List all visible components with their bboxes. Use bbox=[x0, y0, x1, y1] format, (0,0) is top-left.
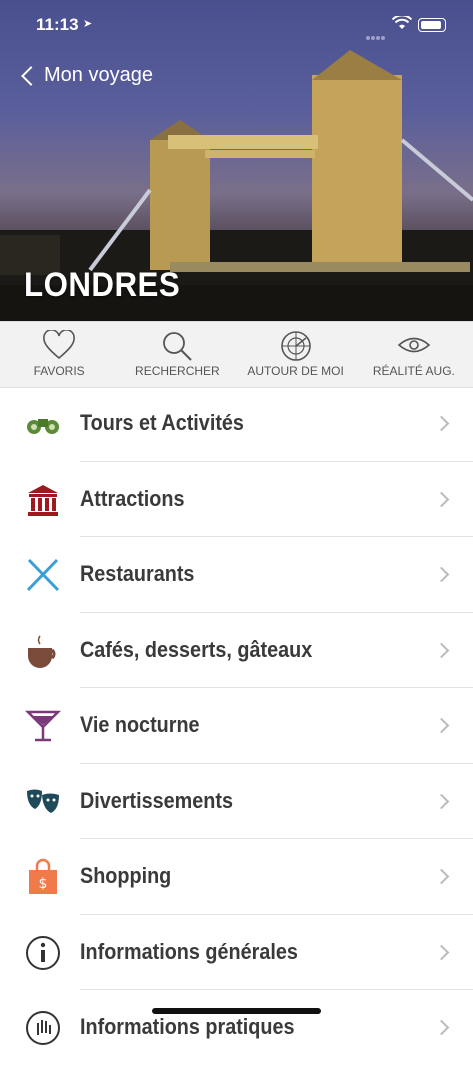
chevron-right-icon bbox=[433, 717, 450, 734]
back-label: Mon voyage bbox=[44, 64, 153, 86]
tab-favorites-label: FAVORIS bbox=[33, 364, 85, 378]
list-item-label: Attractions bbox=[80, 485, 185, 511]
search-icon bbox=[163, 332, 193, 361]
shopping-bag-icon: $ bbox=[29, 858, 57, 894]
list-item-attractions[interactable]: Attractions bbox=[0, 462, 473, 537]
chevron-right-icon bbox=[433, 793, 450, 809]
tab-around-me-label: AUTOUR DE MOI bbox=[247, 364, 344, 378]
list-item-tours[interactable]: Tours et Activités bbox=[0, 386, 473, 462]
wifi-icon bbox=[392, 16, 412, 29]
city-title: LONDRES bbox=[24, 266, 181, 304]
list-item-label: Cafés, desserts, gâteaux bbox=[80, 636, 313, 662]
battery-icon bbox=[418, 18, 446, 32]
chevron-right-icon bbox=[433, 944, 450, 960]
location-arrow-icon: ➤ bbox=[83, 18, 93, 30]
cocktail-glass-icon bbox=[24, 710, 62, 742]
chevron-right-icon bbox=[433, 415, 450, 432]
chevron-right-icon bbox=[433, 642, 450, 658]
list-item-general-info[interactable]: Informations générales bbox=[0, 915, 473, 990]
quick-actions-toolbar: FAVORIS RECHERCHER AUTOUR DE MOI RÉALITÉ… bbox=[0, 321, 473, 388]
cutlery-icon bbox=[26, 558, 60, 592]
cellular-signal-icon bbox=[366, 27, 386, 45]
chevron-left-icon bbox=[21, 65, 41, 86]
city-hero-image: 11:13 ➤ Mon voyage LONDRES bbox=[0, 0, 473, 321]
chevron-right-icon bbox=[433, 566, 450, 583]
list-item-nightlife[interactable]: Vie nocturne bbox=[0, 688, 473, 764]
list-item-label: Shopping bbox=[80, 863, 172, 888]
chevron-right-icon bbox=[433, 1019, 450, 1036]
category-list: Tours et Activités Attractions Restauran… bbox=[0, 386, 473, 1066]
info-icon bbox=[26, 935, 60, 970]
status-time: 11:13 bbox=[36, 15, 79, 34]
list-item-label: Restaurants bbox=[80, 561, 195, 586]
eye-icon bbox=[397, 337, 431, 353]
status-bar: 11:13 ➤ bbox=[0, 0, 473, 50]
list-item-shopping[interactable]: $ Shopping bbox=[0, 839, 473, 915]
list-item-restaurants[interactable]: Restaurants bbox=[0, 537, 473, 613]
theater-masks-icon bbox=[27, 789, 59, 813]
home-indicator[interactable] bbox=[152, 1008, 321, 1014]
svg-text:$: $ bbox=[39, 876, 48, 892]
list-item-label: Informations pratiques bbox=[80, 1014, 295, 1039]
back-button[interactable]: Mon voyage bbox=[20, 64, 153, 87]
list-item-label: Tours et Activités bbox=[80, 410, 244, 435]
coffee-cup-icon bbox=[28, 635, 56, 668]
chevron-right-icon bbox=[433, 491, 450, 507]
tab-augmented-reality-label: RÉALITÉ AUG. bbox=[372, 364, 455, 378]
list-item-label: Informations générales bbox=[80, 938, 298, 964]
hand-icon bbox=[26, 1011, 60, 1045]
museum-icon bbox=[28, 484, 58, 516]
tab-search[interactable]: RECHERCHER bbox=[118, 322, 236, 387]
tab-augmented-reality[interactable]: RÉALITÉ AUG. bbox=[355, 322, 473, 387]
list-item-entertainment[interactable]: Divertissements bbox=[0, 764, 473, 839]
tab-around-me[interactable]: AUTOUR DE MOI bbox=[237, 322, 355, 387]
list-item-cafes[interactable]: Cafés, desserts, gâteaux bbox=[0, 613, 473, 688]
chevron-right-icon bbox=[433, 868, 450, 885]
tab-favorites[interactable]: FAVORIS bbox=[0, 322, 118, 387]
radar-icon bbox=[280, 331, 311, 361]
heart-icon bbox=[43, 330, 76, 360]
tab-search-label: RECHERCHER bbox=[135, 364, 220, 378]
list-item-label: Vie nocturne bbox=[80, 712, 200, 737]
list-item-practical-info[interactable]: Informations pratiques bbox=[0, 990, 473, 1066]
binoculars-icon bbox=[27, 419, 59, 434]
list-item-label: Divertissements bbox=[80, 787, 233, 813]
